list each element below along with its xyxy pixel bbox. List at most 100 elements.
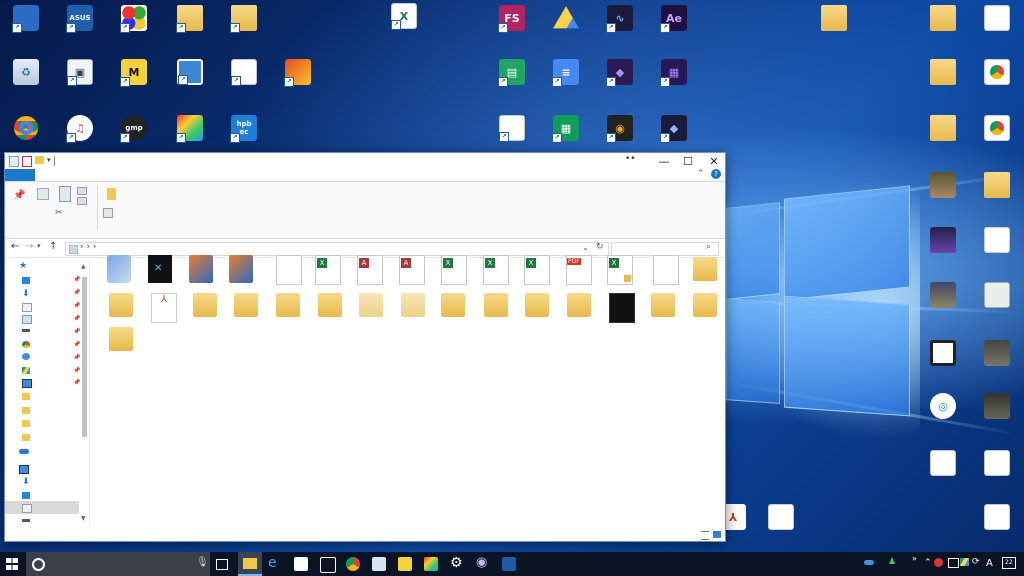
desktop-icon-chrome[interactable] [13, 115, 39, 141]
desktop-icon-image-thumb[interactable] [930, 340, 956, 366]
recent-locations-icon[interactable]: ▾ [37, 242, 41, 250]
desktop-icon-mpc[interactable]: M ↗ [120, 59, 147, 87]
folder-icon[interactable] [651, 293, 675, 317]
desktop-icon-itunes[interactable]: ♫ ↗ [66, 115, 93, 143]
downloads-nav-icon[interactable]: ⬇ [22, 289, 30, 299]
quick-access-star-icon[interactable]: ★ [19, 261, 27, 271]
desktop-icon-after-effects[interactable]: Ae ↗ [660, 5, 687, 33]
video-file-icon[interactable]: ✕ [148, 255, 172, 283]
taskbar-item-chrome[interactable] [346, 557, 360, 571]
this-pc-nav-icon[interactable] [19, 465, 29, 474]
folder-nav-icon[interactable] [22, 434, 30, 441]
media-player-file-icon[interactable] [189, 255, 213, 283]
desktop-icon-control-panel[interactable]: ↗ [120, 5, 147, 33]
move-to-icon[interactable] [107, 188, 116, 200]
excel-file-icon[interactable]: X [315, 255, 341, 285]
more-tray-icon[interactable]: » [912, 554, 917, 563]
desktop-icon-media-encoder[interactable]: ▦ ↗ [660, 59, 687, 87]
desktop-icon-folder[interactable] [821, 5, 847, 31]
blank-file-icon[interactable] [276, 255, 302, 285]
folder-icon[interactable] [484, 293, 508, 317]
large-icons-view-icon[interactable] [713, 531, 721, 538]
folder-icon[interactable] [693, 293, 717, 317]
nav-scrollbar[interactable]: ▲ ▼ [81, 263, 88, 525]
desktop-icon-green-app[interactable]: ▤ ↗ [498, 59, 525, 87]
desktop-icon-folder[interactable]: ↗ [176, 5, 203, 33]
onedrive-tray-icon[interactable] [864, 560, 874, 565]
taskbar-item-terminal[interactable] [502, 557, 516, 571]
up-button[interactable]: ↑ [49, 241, 57, 252]
desktop-icon-excel-file[interactable]: X ↗ [391, 3, 417, 30]
folder-icon[interactable] [401, 293, 425, 317]
app-tray-icon[interactable] [934, 558, 943, 567]
desktop-icon-premiere[interactable]: ◆ ↗ [660, 115, 687, 143]
desktop-icon-folder[interactable] [930, 59, 956, 85]
taskbar-item-colorful-app[interactable] [424, 557, 438, 571]
refresh-icon[interactable]: ↻ [596, 242, 604, 252]
desktop-icon-purple-app[interactable]: ◆ ↗ [606, 59, 633, 87]
pictures-nav-icon[interactable] [22, 379, 32, 388]
close-button[interactable]: ✕ [701, 153, 727, 169]
desktop-icon-video-thumb[interactable] [984, 340, 1010, 366]
onedrive-nav-icon[interactable] [19, 449, 29, 454]
desktop-icon-asus[interactable]: ASUS ↗ [66, 5, 93, 33]
access-file-icon[interactable]: A [399, 255, 425, 285]
folder-icon[interactable] [276, 293, 300, 317]
pdf-file-icon[interactable]: PDF [566, 255, 592, 285]
desktop-icon-folder[interactable] [930, 115, 956, 141]
action-center-button[interactable]: 22 [1002, 557, 1016, 569]
desktop-nav-icon[interactable] [22, 277, 30, 284]
desktop-icon-google-sheets[interactable]: ▦ ↗ [552, 115, 579, 143]
folder-icon[interactable] [525, 293, 549, 317]
desktop-icon-boxed-app[interactable]: ↗ [284, 59, 311, 87]
details-view-icon[interactable] [701, 531, 709, 540]
desktop-icon-hpbec[interactable]: hpb ec ↗ [230, 115, 257, 143]
desktop-icon-video-thumb[interactable] [930, 172, 956, 198]
desktop-icon-this-pc[interactable]: ↗ [12, 5, 39, 33]
scroll-thumb[interactable] [82, 277, 87, 437]
paste-shortcut-icon[interactable] [77, 197, 87, 205]
desktop-icon-file[interactable] [984, 504, 1010, 530]
folder-icon[interactable] [193, 293, 217, 317]
desktop-icon-folder[interactable] [984, 172, 1010, 198]
access-file-icon[interactable]: A [357, 255, 383, 285]
folder-icon[interactable] [318, 293, 342, 317]
desktop-icon-waveform-app[interactable]: ∿ ↗ [606, 5, 633, 33]
desktop-icon-file[interactable] [984, 450, 1010, 476]
folder-icon[interactable] [441, 293, 465, 317]
desktop-icon-chrome-file[interactable] [984, 115, 1010, 141]
google-drive-tray-icon[interactable] [960, 558, 969, 566]
forward-button[interactable]: → [25, 241, 33, 252]
google-drive-nav-icon[interactable] [22, 367, 30, 374]
taskbar-item-document[interactable] [372, 557, 386, 571]
file-explorer-window[interactable]: ▾ •• — ☐ ✕ ⌃ ? 📌 ✂ ← → ▾ ↑ › › › ⌄ ↻ ⌕ ★… [4, 152, 726, 542]
desktop-nav-icon[interactable] [22, 492, 30, 499]
folder-nav-icon[interactable] [22, 393, 30, 400]
desktop-icon-virtualbox[interactable]: ▣ ↗ [67, 59, 93, 86]
new-folder-icon[interactable] [35, 156, 44, 164]
show-hidden-icons[interactable]: ⌃ [924, 558, 932, 568]
taskbar-item-mpc[interactable] [398, 557, 412, 571]
drive-nav-icon[interactable] [22, 519, 30, 522]
cloud-nav-icon[interactable] [22, 353, 30, 360]
media-player-file-icon[interactable] [229, 255, 253, 283]
desktop-icon-target-app[interactable]: ◎ [930, 393, 956, 419]
desktop-icon-colorful-app[interactable]: ↗ [176, 115, 203, 143]
desktop-icon-gom-player[interactable]: gmp ↗ [120, 115, 147, 143]
desktop-icon-google-drive[interactable] [553, 6, 579, 29]
taskbar-item-store[interactable] [294, 557, 308, 571]
back-button[interactable]: ← [11, 241, 19, 252]
folder-icon[interactable] [567, 293, 591, 317]
folder-nav-icon[interactable] [22, 407, 30, 414]
folder-icon[interactable] [693, 257, 717, 281]
desktop-icon-file[interactable]: ↗ [499, 115, 525, 142]
desktop-icon-chrome-file[interactable] [768, 504, 794, 530]
pictures-nav-icon[interactable] [22, 315, 32, 324]
desktop-icon-folder[interactable] [930, 5, 956, 31]
folder-icon[interactable] [234, 293, 258, 317]
desktop-icon-image-thumb[interactable] [984, 282, 1010, 308]
taskbar-item-calendar[interactable] [320, 557, 336, 573]
taskbar-search-box[interactable]: 🎙 [26, 552, 210, 576]
drive-nav-icon[interactable] [22, 329, 30, 332]
taskbar-item-edge[interactable]: e [268, 555, 282, 571]
